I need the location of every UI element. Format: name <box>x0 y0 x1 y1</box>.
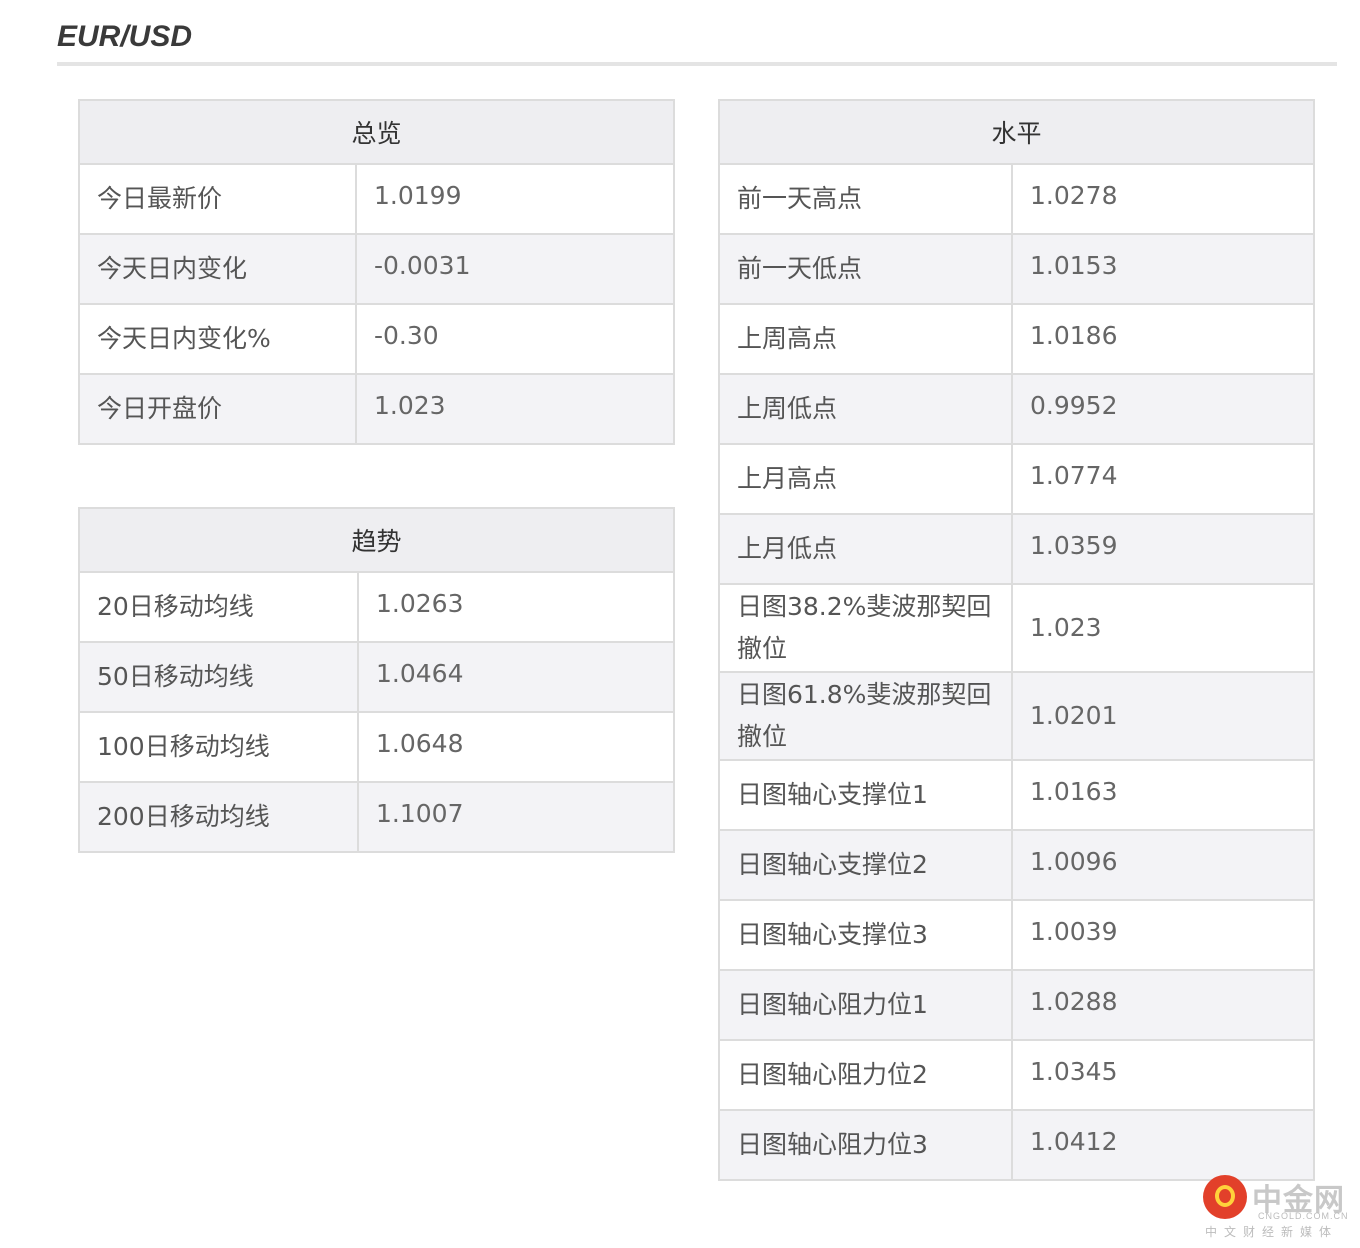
row-label: 今日开盘价 <box>79 373 356 444</box>
row-value: -0.0031 <box>355 233 674 304</box>
table-row: 上月高点 1.0774 <box>719 443 1314 514</box>
row-value: 1.0648 <box>357 711 674 782</box>
table-row: 日图轴心支撑位3 1.0039 <box>719 899 1314 970</box>
row-value: 1.0774 <box>1011 443 1314 514</box>
table-row: 今日开盘价 1.023 <box>79 373 674 444</box>
table-row: 日图38.2%斐波那契回撤位 1.023 <box>719 583 1314 672</box>
row-label: 上周低点 <box>719 373 1012 444</box>
page: EUR/USD 总览 今日最新价 1.0199 今天日内变化 -0.0031 今… <box>0 0 1360 1248</box>
row-label: 日图轴心支撑位2 <box>719 829 1012 900</box>
page-title: EUR/USD <box>57 20 193 53</box>
table-row: 100日移动均线 1.0648 <box>79 711 674 782</box>
row-label: 今天日内变化 <box>79 233 356 304</box>
row-label: 20日移动均线 <box>79 571 358 642</box>
row-value: 1.0359 <box>1011 513 1314 584</box>
row-label: 上周高点 <box>719 303 1012 374</box>
table-row: 日图61.8%斐波那契回撤位 1.0201 <box>719 671 1314 760</box>
row-label: 上月低点 <box>719 513 1012 584</box>
levels-heading: 水平 <box>719 100 1314 165</box>
cngold-logo-icon <box>1203 1175 1247 1219</box>
row-label: 前一天高点 <box>719 163 1012 234</box>
row-value: 1.0039 <box>1011 899 1314 970</box>
row-label: 今日最新价 <box>79 163 356 234</box>
row-label: 日图61.8%斐波那契回撤位 <box>719 671 1012 760</box>
row-value: 1.0199 <box>355 163 674 234</box>
table-row: 今天日内变化% -0.30 <box>79 303 674 374</box>
table-row: 日图轴心阻力位3 1.0412 <box>719 1109 1314 1180</box>
row-label: 50日移动均线 <box>79 641 358 712</box>
row-label: 日图轴心阻力位2 <box>719 1039 1012 1110</box>
row-value: 1.0186 <box>1011 303 1314 374</box>
row-label: 日图轴心阻力位1 <box>719 969 1012 1040</box>
watermark-tagline: 中文财经新媒体 <box>1205 1225 1339 1239</box>
table-row: 今天日内变化 -0.0031 <box>79 233 674 304</box>
row-label: 200日移动均线 <box>79 781 358 852</box>
row-label: 日图38.2%斐波那契回撤位 <box>719 583 1012 672</box>
row-value: 1.0153 <box>1011 233 1314 304</box>
watermark-domain: CNGOLD.COM.CN <box>1258 1211 1349 1221</box>
row-value: 1.023 <box>1011 583 1314 672</box>
table-row: 日图轴心阻力位1 1.0288 <box>719 969 1314 1040</box>
levels-table: 水平 前一天高点 1.0278 前一天低点 1.0153 上周高点 1.0186… <box>718 99 1315 1181</box>
trend-table: 趋势 20日移动均线 1.0263 50日移动均线 1.0464 100日移动均… <box>78 507 675 853</box>
row-value: 1.0263 <box>357 571 674 642</box>
trend-heading: 趋势 <box>79 508 674 573</box>
row-value: 1.0096 <box>1011 829 1314 900</box>
row-label: 日图轴心阻力位3 <box>719 1109 1012 1180</box>
table-row: 上周低点 0.9952 <box>719 373 1314 444</box>
overview-table: 总览 今日最新价 1.0199 今天日内变化 -0.0031 今天日内变化% -… <box>78 99 675 445</box>
table-row: 前一天低点 1.0153 <box>719 233 1314 304</box>
row-value: 1.0278 <box>1011 163 1314 234</box>
row-label: 日图轴心支撑位1 <box>719 759 1012 830</box>
row-label: 前一天低点 <box>719 233 1012 304</box>
table-row: 日图轴心支撑位2 1.0096 <box>719 829 1314 900</box>
row-value: 1.0412 <box>1011 1109 1314 1180</box>
row-value: 1.0163 <box>1011 759 1314 830</box>
row-label: 今天日内变化% <box>79 303 356 374</box>
title-divider <box>57 62 1337 66</box>
row-value: 1.0288 <box>1011 969 1314 1040</box>
overview-heading: 总览 <box>79 100 674 165</box>
row-value: 1.0345 <box>1011 1039 1314 1110</box>
table-row: 20日移动均线 1.0263 <box>79 571 674 642</box>
row-value: 1.1007 <box>357 781 674 852</box>
table-row: 200日移动均线 1.1007 <box>79 781 674 852</box>
table-row: 上周高点 1.0186 <box>719 303 1314 374</box>
table-row: 50日移动均线 1.0464 <box>79 641 674 712</box>
row-label: 日图轴心支撑位3 <box>719 899 1012 970</box>
table-row: 上月低点 1.0359 <box>719 513 1314 584</box>
row-value: -0.30 <box>355 303 674 374</box>
row-value: 1.023 <box>355 373 674 444</box>
row-label: 100日移动均线 <box>79 711 358 782</box>
row-value: 0.9952 <box>1011 373 1314 444</box>
cngold-watermark: 中金网 CNGOLD.COM.CN 中文财经新媒体 <box>1200 1175 1350 1240</box>
table-row: 日图轴心阻力位2 1.0345 <box>719 1039 1314 1110</box>
table-row: 今日最新价 1.0199 <box>79 163 674 234</box>
row-value: 1.0201 <box>1011 671 1314 760</box>
table-row: 前一天高点 1.0278 <box>719 163 1314 234</box>
row-label: 上月高点 <box>719 443 1012 514</box>
table-row: 日图轴心支撑位1 1.0163 <box>719 759 1314 830</box>
row-value: 1.0464 <box>357 641 674 712</box>
